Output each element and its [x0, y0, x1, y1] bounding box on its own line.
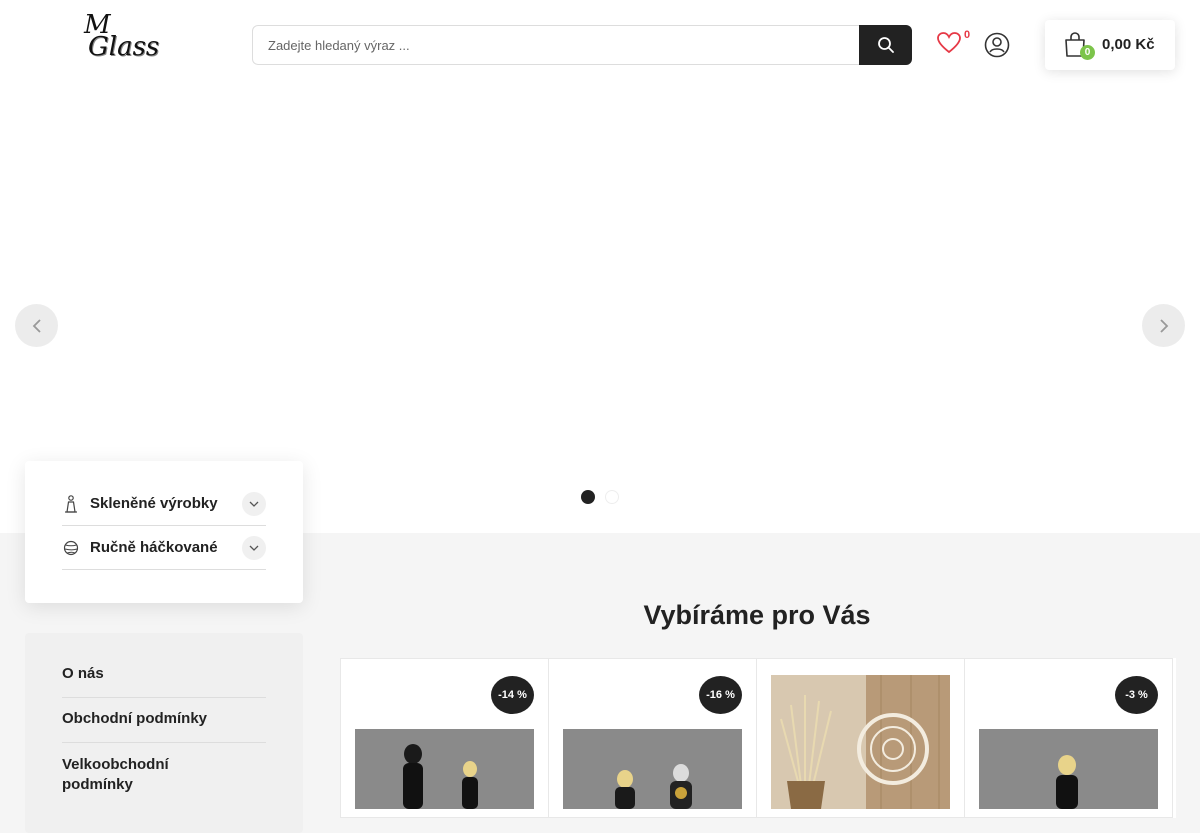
category-item-crochet[interactable]: Ručně háčkované — [62, 526, 266, 570]
product-image[interactable] — [771, 675, 950, 809]
divider — [62, 742, 266, 743]
search-icon — [877, 37, 894, 53]
slider-next-button[interactable] — [1142, 304, 1185, 347]
product-card[interactable]: -3 % — [964, 658, 1173, 818]
product-image[interactable] — [563, 729, 742, 809]
section-title: Vybíráme pro Vás — [643, 600, 871, 630]
product-image[interactable] — [979, 729, 1158, 809]
cart-count-badge: 0 — [1080, 45, 1095, 60]
category-item-glass[interactable]: Skleněné výrobky — [62, 482, 266, 526]
category-label: Ručně háčkované — [90, 539, 218, 556]
category-label: Skleněné výrobky — [90, 495, 218, 512]
chevron-down-icon[interactable] — [242, 535, 266, 560]
cart-button[interactable]: 0 0,00 Kč — [1045, 20, 1175, 70]
user-icon — [984, 32, 1010, 58]
product-card[interactable]: -16 % — [548, 658, 757, 818]
slider-prev-button[interactable] — [15, 304, 58, 347]
chevron-down-icon[interactable] — [242, 491, 266, 516]
info-link-terms[interactable]: Obchodní podmínky — [62, 710, 266, 727]
wishlist-button[interactable] — [936, 30, 966, 60]
info-link-about[interactable]: O nás — [62, 665, 266, 682]
heart-icon — [937, 32, 961, 54]
site-header: M Glass 0 0 0,00 Kč — [0, 0, 1200, 93]
product-card[interactable]: -14 % — [340, 658, 549, 818]
chevron-right-icon — [1159, 318, 1168, 333]
chevron-left-icon — [32, 318, 41, 333]
logo-text-glass: Glass — [88, 32, 160, 62]
divider — [62, 697, 266, 698]
product-carousel: -14 % -16 % -3 % — [340, 658, 1176, 818]
wishlist-count: 0 — [964, 29, 971, 41]
discount-badge: -3 % — [1115, 676, 1158, 714]
slider-dot-2[interactable] — [605, 490, 619, 504]
search-input[interactable] — [252, 25, 862, 65]
discount-badge: -14 % — [491, 676, 534, 714]
cart-total: 0,00 Kč — [1102, 36, 1155, 53]
account-button[interactable] — [984, 32, 1010, 58]
discount-badge: -16 % — [699, 676, 742, 714]
info-links-panel: O nás Obchodní podmínky Velkoobchodní po… — [25, 633, 303, 833]
category-menu: Skleněné výrobky Ručně háčkované — [25, 461, 303, 603]
yarn-ball-icon — [62, 539, 80, 557]
product-image[interactable] — [355, 729, 534, 809]
slider-dot-1[interactable] — [581, 490, 595, 504]
product-card[interactable] — [756, 658, 965, 818]
site-logo[interactable]: M Glass — [80, 10, 166, 70]
glass-figure-icon — [62, 494, 80, 513]
search-button[interactable] — [859, 25, 912, 65]
info-link-wholesale[interactable]: Velkoobchodní podmínky — [62, 755, 192, 795]
